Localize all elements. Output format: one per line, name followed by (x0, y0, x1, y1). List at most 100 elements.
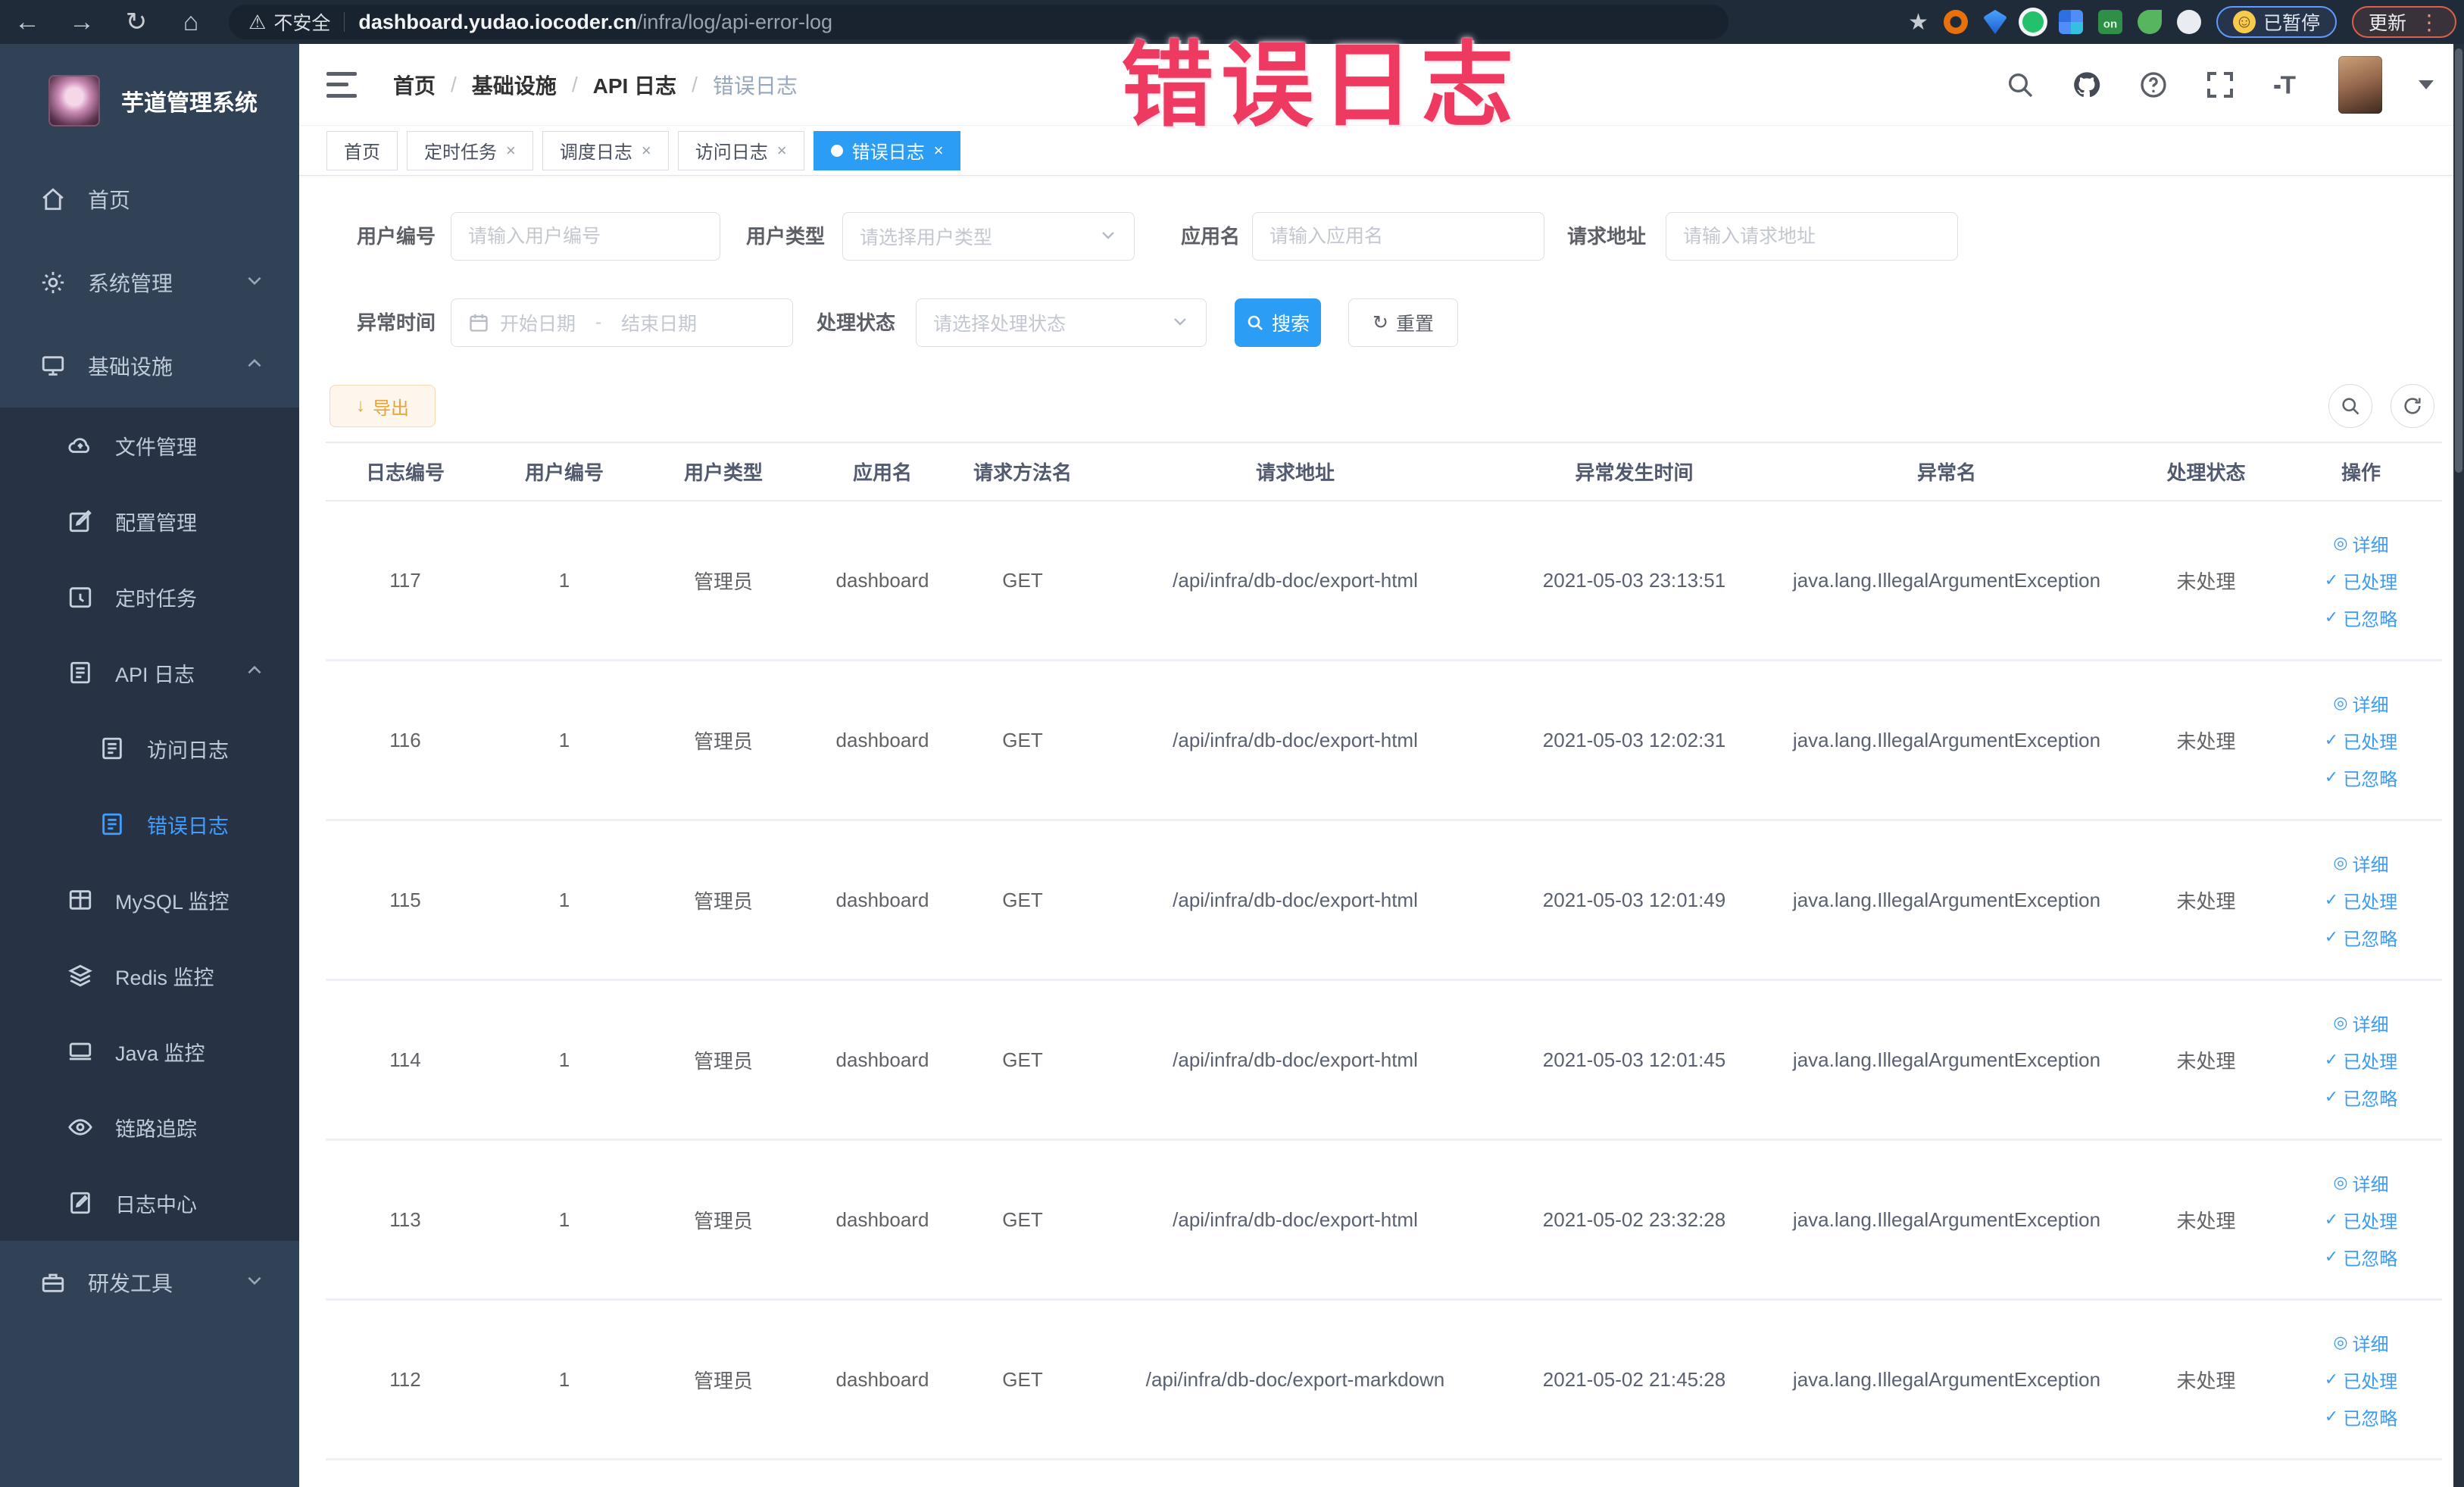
export-button[interactable]: ↓ 导出 (329, 385, 436, 427)
action-ignored-link[interactable]: ✓ 已忽略 (2325, 1404, 2397, 1430)
action-detail-link[interactable]: ◎ 详细 (2333, 1010, 2388, 1036)
sidebar-item-config-mgmt[interactable]: 配置管理 (0, 483, 299, 559)
font-size-icon[interactable]: T (2272, 70, 2302, 100)
action-ignored-link[interactable]: ✓ 已忽略 (2325, 764, 2397, 791)
help-icon[interactable] (2138, 70, 2169, 100)
browser-toolbar-right: ★ ☺ 已暂停 更新 ⋮ (1908, 6, 2464, 38)
insecure-label[interactable]: 不安全 (273, 8, 330, 36)
extension-leaf-icon[interactable] (2137, 10, 2162, 34)
toggle-search-button[interactable] (2328, 384, 2372, 428)
breadcrumb-item[interactable]: API 日志 (593, 70, 676, 100)
sidebar-item-home[interactable]: 首页 (0, 158, 299, 241)
browser-menu-dots-icon[interactable]: ⋮ (2419, 10, 2440, 35)
browser-back-button[interactable]: ← (0, 8, 55, 37)
action-ignored-link[interactable]: ✓ 已忽略 (2325, 1244, 2397, 1270)
search-button[interactable]: 搜索 (1235, 298, 1321, 347)
search-icon[interactable] (2005, 70, 2035, 100)
reset-button[interactable]: ↻ 重置 (1348, 298, 1458, 347)
sidebar-item-scheduled-jobs[interactable]: 定时任务 (0, 559, 299, 635)
request-url-input[interactable] (1683, 225, 1941, 248)
github-icon[interactable] (2072, 70, 2102, 100)
breadcrumb-item[interactable]: 首页 (393, 70, 436, 100)
exception-cell: java.lang.IllegalArgumentException (1792, 1048, 2101, 1071)
sidebar-item-infrastructure[interactable]: 基础设施 (0, 324, 299, 408)
user-id-cell: 1 (558, 888, 570, 911)
close-icon[interactable]: × (506, 141, 516, 161)
bookmark-star-icon[interactable]: ★ (1908, 9, 1928, 36)
action-ignored-link[interactable]: ✓ 已忽略 (2325, 1084, 2397, 1111)
action-detail-link[interactable]: ◎ 详细 (2333, 850, 2388, 876)
user-type-select[interactable]: 请选择用户类型 (842, 212, 1135, 261)
browser-update-button[interactable]: 更新 ⋮ (2351, 6, 2456, 38)
action-done-link[interactable]: ✓ 已处理 (2325, 1047, 2397, 1073)
hamburger-menu-icon[interactable] (326, 71, 357, 98)
sidebar-item-label: 访问日志 (147, 739, 229, 762)
sidebar-item-log-center[interactable]: 日志中心 (0, 1165, 299, 1241)
extension-shield-icon[interactable] (1982, 10, 2007, 34)
emoji-face-icon: ☺ (2232, 11, 2256, 33)
action-detail-link[interactable]: ◎ 详细 (2333, 1329, 2388, 1356)
tab-access-log[interactable]: 访问日志 × (677, 130, 804, 170)
extension-grid-icon[interactable] (2058, 10, 2083, 34)
action-done-link[interactable]: ✓ 已处理 (2325, 1207, 2397, 1233)
main-content: 首页 / 基础设施 / API 日志 / 错误日志 T 首页 定时任务 × 调度日志 × 访问日志 × 错… (299, 44, 2464, 1487)
avatar-caret-down-icon[interactable] (2419, 80, 2434, 89)
app-name-input[interactable] (1269, 225, 1527, 248)
tab-schedule-log[interactable]: 调度日志 × (542, 130, 669, 170)
browser-forward-button[interactable]: → (55, 8, 109, 37)
tab-home[interactable]: 首页 (326, 130, 398, 170)
omnibox-divider (344, 12, 345, 32)
sidebar-item-trace[interactable]: 链路追踪 (0, 1089, 299, 1165)
page-scrollbar[interactable] (2453, 44, 2464, 1487)
sidebar-item-file-mgmt[interactable]: 文件管理 (0, 408, 299, 483)
breadcrumb-item[interactable]: 基础设施 (472, 70, 557, 100)
action-done-link[interactable]: ✓ 已处理 (2325, 1367, 2397, 1393)
browser-home-button[interactable]: ⌂ (164, 8, 218, 37)
exception-time-range-picker[interactable]: 开始日期 - 结束日期 (451, 298, 793, 347)
sidebar-item-redis-monitor[interactable]: Redis 监控 (0, 938, 299, 1014)
action-detail-link[interactable]: ◎ 详细 (2333, 690, 2388, 717)
browser-reload-button[interactable]: ↻ (109, 7, 164, 37)
close-icon[interactable]: × (642, 141, 651, 161)
extension-on-badge-icon[interactable] (2097, 10, 2122, 34)
sidebar-item-api-log[interactable]: API 日志 (0, 635, 299, 711)
action-ignored-link[interactable]: ✓ 已忽略 (2325, 924, 2397, 951)
extension-orange-icon[interactable] (1943, 10, 1968, 34)
sidebar-item-error-log[interactable]: 错误日志 (0, 786, 299, 862)
tab-label: 调度日志 (559, 142, 632, 163)
scrollbar-thumb[interactable] (2455, 48, 2462, 473)
sidebar-item-java-monitor[interactable]: Java 监控 (0, 1014, 299, 1089)
app-logo-row[interactable]: 芋道管理系统 (0, 44, 299, 158)
user-id-input[interactable] (468, 225, 703, 248)
close-icon[interactable]: × (934, 141, 944, 161)
process-status-select[interactable]: 请选择处理状态 (916, 298, 1207, 347)
sidebar-item-access-log[interactable]: 访问日志 (0, 711, 299, 786)
extension-green-icon[interactable] (2022, 11, 2044, 33)
close-icon[interactable]: × (777, 141, 787, 161)
refresh-button[interactable] (2391, 384, 2434, 428)
log-id-cell: 114 (389, 1048, 421, 1071)
log-id-cell: 117 (389, 568, 421, 592)
action-done-link[interactable]: ✓ 已处理 (2325, 727, 2397, 754)
sidebar-item-mysql-monitor[interactable]: MySQL 监控 (0, 862, 299, 938)
action-label: 已忽略 (2343, 609, 2398, 630)
action-done-link[interactable]: ✓ 已处理 (2325, 887, 2397, 914)
action-detail-link[interactable]: ◎ 详细 (2333, 530, 2388, 557)
extensions-puzzle-icon[interactable] (2176, 10, 2201, 34)
action-ignored-link[interactable]: ✓ 已忽略 (2325, 604, 2397, 631)
sidebar-item-dev-tools[interactable]: 研发工具 (0, 1241, 299, 1324)
method-cell: GET (1002, 1207, 1043, 1231)
check-icon: ✓ (2324, 890, 2339, 909)
app-name-cell: dashboard (835, 568, 929, 592)
sidebar-item-system-mgmt[interactable]: 系统管理 (0, 241, 299, 324)
extension-paused-pill[interactable]: ☺ 已暂停 (2216, 6, 2337, 38)
action-done-link[interactable]: ✓ 已处理 (2325, 567, 2397, 594)
start-date-placeholder: 开始日期 (500, 314, 576, 335)
time-cell: 2021-05-03 23:13:51 (1542, 568, 1726, 592)
tab-error-log[interactable]: 错误日志 × (813, 130, 961, 170)
fullscreen-icon[interactable] (2205, 70, 2235, 100)
action-detail-link[interactable]: ◎ 详细 (2333, 1170, 2388, 1196)
column-header: 用户类型 (683, 461, 763, 484)
tab-scheduled-jobs[interactable]: 定时任务 × (407, 130, 533, 170)
user-avatar[interactable] (2338, 55, 2382, 114)
